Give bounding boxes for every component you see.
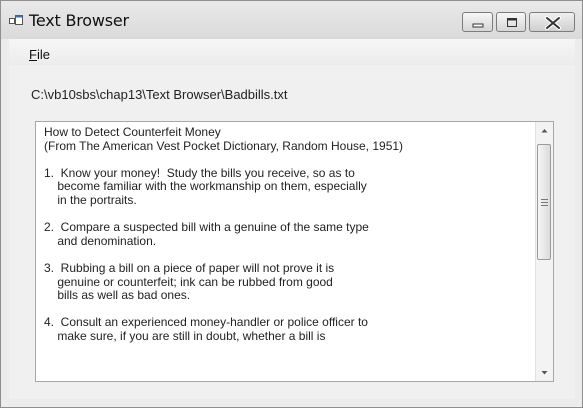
main-window: Text Browser File C:\vb10sbs\chap13\Text… bbox=[0, 0, 583, 408]
text-line: 4. Consult an experienced money-handler … bbox=[44, 315, 368, 330]
scroll-down-button[interactable] bbox=[536, 364, 553, 381]
menu-file-accelerator: F bbox=[29, 47, 37, 62]
minimize-icon bbox=[472, 23, 484, 28]
text-line bbox=[44, 303, 526, 317]
menu-file[interactable]: File bbox=[29, 47, 50, 62]
text-line: and denomination. bbox=[44, 233, 157, 248]
file-text-box[interactable]: How to Detect Counterfeit Money (From The… bbox=[35, 121, 554, 382]
menu-bar: File bbox=[9, 39, 575, 65]
text-line: genuine or counterfeit; ink can be rubbe… bbox=[44, 274, 333, 289]
minimize-button[interactable] bbox=[462, 12, 493, 32]
file-path-label: C:\vb10sbs\chap13\Text Browser\Badbills.… bbox=[31, 87, 288, 102]
menu-file-label: ile bbox=[36, 47, 50, 62]
maximize-button[interactable] bbox=[496, 12, 526, 32]
scroll-down-arrow-icon bbox=[541, 371, 548, 375]
text-line: 1. Know your money! Study the bills you … bbox=[44, 165, 355, 180]
maximize-icon bbox=[507, 18, 517, 27]
window-title: Text Browser bbox=[29, 11, 129, 30]
scroll-grip-icon bbox=[541, 199, 548, 206]
text-line bbox=[44, 153, 526, 167]
title-bar[interactable]: Text Browser bbox=[1, 1, 582, 39]
scroll-up-arrow-icon bbox=[541, 129, 548, 133]
scroll-up-button[interactable] bbox=[536, 122, 553, 139]
client-area: File C:\vb10sbs\chap13\Text Browser\Badb… bbox=[9, 39, 575, 399]
text-line: 3. Rubbing a bill on a piece of paper wi… bbox=[44, 260, 335, 275]
close-icon bbox=[545, 16, 561, 30]
text-line: become familiar with the workmanship on … bbox=[44, 179, 367, 194]
text-line: How to Detect Counterfeit Money bbox=[44, 126, 221, 139]
text-line: in the portraits. bbox=[44, 192, 137, 207]
vertical-scrollbar[interactable] bbox=[535, 122, 553, 381]
text-line bbox=[44, 248, 526, 262]
text-line: make sure, if you are still in doubt, wh… bbox=[44, 328, 326, 343]
text-line: (From The American Vest Pocket Dictionar… bbox=[44, 138, 404, 153]
text-line: bills as well as bad ones. bbox=[44, 288, 191, 303]
text-line: 2. Compare a suspected bill with a genui… bbox=[44, 220, 369, 235]
file-text-content[interactable]: How to Detect Counterfeit Money (From The… bbox=[44, 126, 526, 378]
scroll-thumb[interactable] bbox=[537, 144, 551, 260]
close-button[interactable] bbox=[529, 12, 575, 32]
app-window-icon bbox=[9, 15, 23, 25]
text-line bbox=[44, 208, 526, 222]
